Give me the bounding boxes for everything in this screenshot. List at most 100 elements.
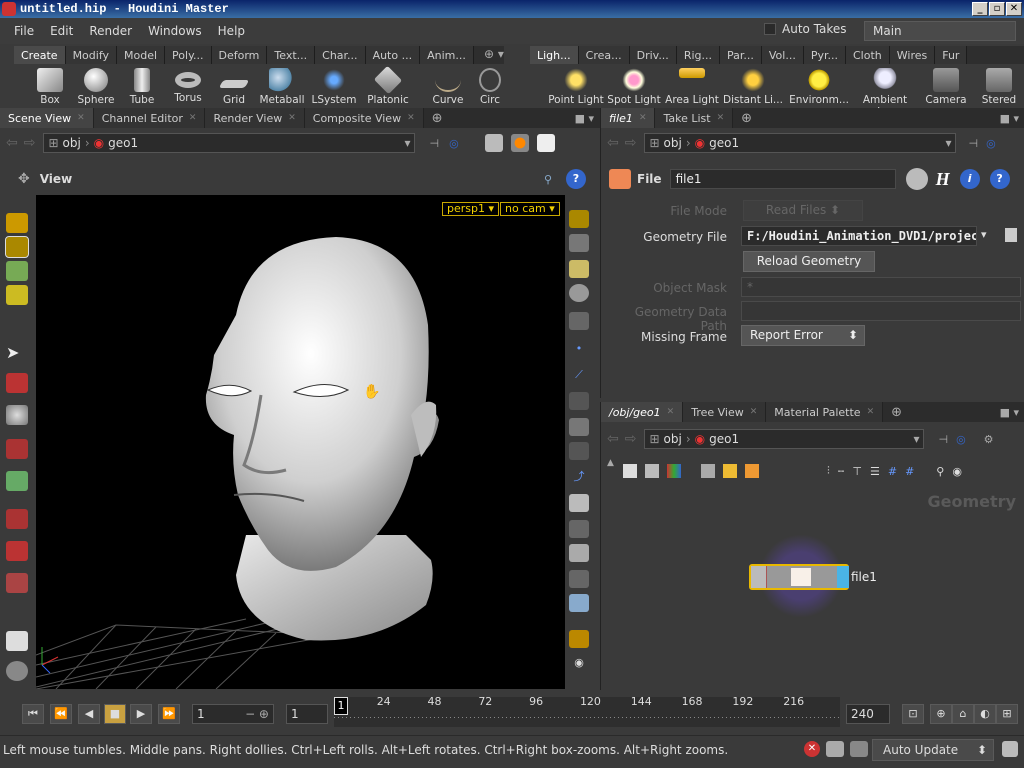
view-tool-icon[interactable]: ✥ <box>18 171 30 187</box>
eye-icon[interactable]: ◉ <box>952 465 962 478</box>
path-geo1[interactable]: geo1 <box>709 432 739 446</box>
viewport-3d[interactable]: ✋ persp1 ▾ no cam ▾ <box>36 195 565 689</box>
pane-menu-icon[interactable]: ■ ▾ <box>1000 406 1019 419</box>
close-tab-icon[interactable]: ✕ <box>867 407 875 417</box>
cloud-icon[interactable] <box>826 741 844 757</box>
jump-start-button[interactable]: ⏮ <box>22 704 44 724</box>
close-tab-icon[interactable]: ✕ <box>717 113 725 123</box>
chevron-down-icon[interactable]: ▾ <box>913 432 919 446</box>
add-tab-icon[interactable]: ⊕ <box>432 111 443 126</box>
axis-icon[interactable] <box>6 471 28 491</box>
node-name-field[interactable]: file1 <box>669 169 896 189</box>
snap-top-icon[interactable]: ⊤ <box>852 465 862 478</box>
menu-file[interactable]: File <box>8 24 40 38</box>
update-mode-menu[interactable]: Auto Update ⬍ <box>872 739 994 761</box>
pointer-icon[interactable]: ➤ <box>6 343 28 363</box>
stop-button[interactable]: ■ <box>104 704 126 724</box>
chevron-down-icon[interactable]: ▾ <box>404 136 410 150</box>
tool-ambient-light[interactable]: Ambient L... <box>854 66 916 108</box>
color-palette-icon[interactable] <box>667 464 681 478</box>
tool-lsystem[interactable]: LSystem <box>310 66 358 106</box>
geometry-file-field[interactable]: F:/Houdini_Animation_DVD1/projec <box>741 226 977 246</box>
pin-icon[interactable]: ⊣ <box>938 433 948 446</box>
desktop-select[interactable]: Main <box>864 21 1016 41</box>
sticky-note-icon[interactable] <box>723 464 737 478</box>
reload-geometry-button[interactable]: Reload Geometry <box>743 251 875 272</box>
bypass-flag[interactable] <box>751 566 767 588</box>
timeline-scrubber[interactable]: 1 24 48 72 96 120 144 168 192 216 <box>334 695 840 727</box>
houdini-help-icon[interactable]: H <box>936 169 950 190</box>
file-mode-menu[interactable]: Read Files ⬍ <box>743 200 863 221</box>
grid-points-icon[interactable]: # <box>888 465 897 478</box>
path-obj[interactable]: obj <box>664 136 682 150</box>
tool-tube[interactable]: Tube <box>118 66 166 106</box>
vector-display-icon[interactable]: ⤴ <box>569 468 589 486</box>
sphere-handle-icon[interactable] <box>6 405 28 425</box>
transform-handle-icon[interactable] <box>6 373 28 393</box>
subnet-icon[interactable] <box>745 464 759 478</box>
move-tool-icon[interactable] <box>5 236 29 258</box>
tool-spot-light[interactable]: Spot Light <box>606 66 662 106</box>
record-icon[interactable] <box>6 661 28 681</box>
add-shelf-icon[interactable]: ⊕ ▾ <box>484 47 504 61</box>
light-view-icon[interactable] <box>569 260 589 278</box>
shelf-tab-particles[interactable]: Par... <box>719 46 762 64</box>
uv-display-icon[interactable] <box>569 494 589 512</box>
magnet-sphere-icon[interactable] <box>6 573 28 593</box>
tab-tree-view[interactable]: Tree View ✕ <box>683 402 767 422</box>
viewport-layout-icon[interactable] <box>569 630 589 648</box>
back-arrow-icon[interactable]: ⇦ <box>6 135 18 151</box>
file1-node[interactable] <box>749 564 849 590</box>
magnet-icon[interactable] <box>6 509 28 529</box>
back-arrow-icon[interactable]: ⇦ <box>607 135 619 151</box>
primitive-number-icon[interactable] <box>569 442 589 460</box>
missing-frame-menu[interactable]: Report Error ⬍ <box>741 325 865 346</box>
normal-display-icon[interactable] <box>569 418 589 436</box>
network-path-bar[interactable]: ⊞ obj › ◉ geo1 ▾ <box>644 429 925 449</box>
gear-icon[interactable] <box>905 168 928 190</box>
tab-material-palette[interactable]: Material Palette ✕ <box>766 402 884 422</box>
shelf-tab-modify[interactable]: Modify <box>65 46 118 64</box>
shelf-tab-create[interactable]: Create <box>14 46 66 64</box>
display-options-icon[interactable] <box>569 210 589 228</box>
magnet-curve-icon[interactable] <box>6 541 28 561</box>
shelf-tab-deform[interactable]: Deform <box>211 46 268 64</box>
list-view-icon[interactable] <box>623 464 637 478</box>
tool-box[interactable]: Box <box>26 66 74 106</box>
help-icon[interactable]: ? <box>566 169 586 189</box>
step-forward-button[interactable]: ⏩ <box>158 704 180 724</box>
tab-render-view[interactable]: Render View ✕ <box>205 108 305 128</box>
tool-camera[interactable]: Camera <box>920 66 972 106</box>
help-icon[interactable]: ? <box>989 169 1010 189</box>
pane-menu-icon[interactable]: ■ ▾ <box>1000 112 1019 125</box>
shelf-tab-char[interactable]: Char... <box>315 46 366 64</box>
path-obj[interactable]: obj <box>664 432 682 446</box>
error-icon[interactable]: ✕ <box>804 741 820 757</box>
play-button[interactable]: ▶ <box>130 704 152 724</box>
link-icon[interactable]: ◎ <box>986 137 996 150</box>
forward-arrow-icon[interactable]: ⇨ <box>625 431 637 447</box>
gear-icon[interactable]: ⚙ <box>984 433 994 446</box>
shelf-tab-auto[interactable]: Auto ... <box>365 46 421 64</box>
shelf-tab-poly[interactable]: Poly... <box>165 46 212 64</box>
param-path-bar[interactable]: ⊞ obj › ◉ geo1 ▾ <box>644 133 957 153</box>
select-tool-icon[interactable] <box>6 213 28 233</box>
menu-help[interactable]: Help <box>212 24 251 38</box>
shelf-tab-cloth[interactable]: Cloth <box>845 46 890 64</box>
close-tab-icon[interactable]: ✕ <box>667 407 675 417</box>
menu-edit[interactable]: Edit <box>44 24 79 38</box>
point-number-icon[interactable] <box>569 392 589 410</box>
viewport-canvas[interactable]: ✋ <box>36 195 565 689</box>
cook-icon[interactable] <box>850 741 868 757</box>
tab-file1-params[interactable]: file1 ✕ <box>601 108 656 128</box>
tab-scene-view[interactable]: Scene View ✕ <box>0 108 94 128</box>
geometry-data-path-field[interactable] <box>741 301 1021 321</box>
forward-arrow-icon[interactable]: ⇨ <box>625 135 637 151</box>
close-tab-icon[interactable]: ✕ <box>189 113 197 123</box>
notes-icon[interactable] <box>6 631 28 651</box>
tab-network-geo1[interactable]: /obj/geo1 ✕ <box>601 402 684 422</box>
menu-windows[interactable]: Windows <box>142 24 208 38</box>
shelf-tab-lights[interactable]: Ligh... <box>530 46 579 64</box>
audio-icon[interactable]: ⌂ <box>952 704 974 724</box>
parameter-view-icon[interactable] <box>645 464 659 478</box>
